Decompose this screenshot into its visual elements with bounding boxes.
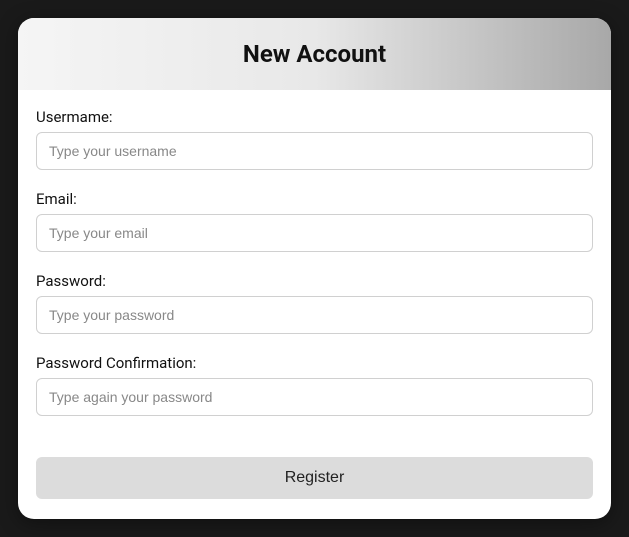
- password-confirmation-group: Password Confirmation:: [36, 354, 593, 416]
- email-field[interactable]: [36, 214, 593, 252]
- page-title: New Account: [38, 40, 591, 68]
- register-button[interactable]: Register: [36, 457, 593, 499]
- username-label: Usermame:: [36, 108, 593, 126]
- registration-card: New Account Usermame: Email: Password: P…: [18, 18, 611, 519]
- password-confirmation-field[interactable]: [36, 378, 593, 416]
- password-label: Password:: [36, 272, 593, 290]
- card-header: New Account: [18, 18, 611, 90]
- email-group: Email:: [36, 190, 593, 252]
- username-group: Usermame:: [36, 108, 593, 170]
- password-field[interactable]: [36, 296, 593, 334]
- password-group: Password:: [36, 272, 593, 334]
- password-confirmation-label: Password Confirmation:: [36, 354, 593, 372]
- spacer: [36, 436, 593, 457]
- email-label: Email:: [36, 190, 593, 208]
- card-body: Usermame: Email: Password: Password Conf…: [18, 90, 611, 519]
- username-input[interactable]: [36, 132, 593, 170]
